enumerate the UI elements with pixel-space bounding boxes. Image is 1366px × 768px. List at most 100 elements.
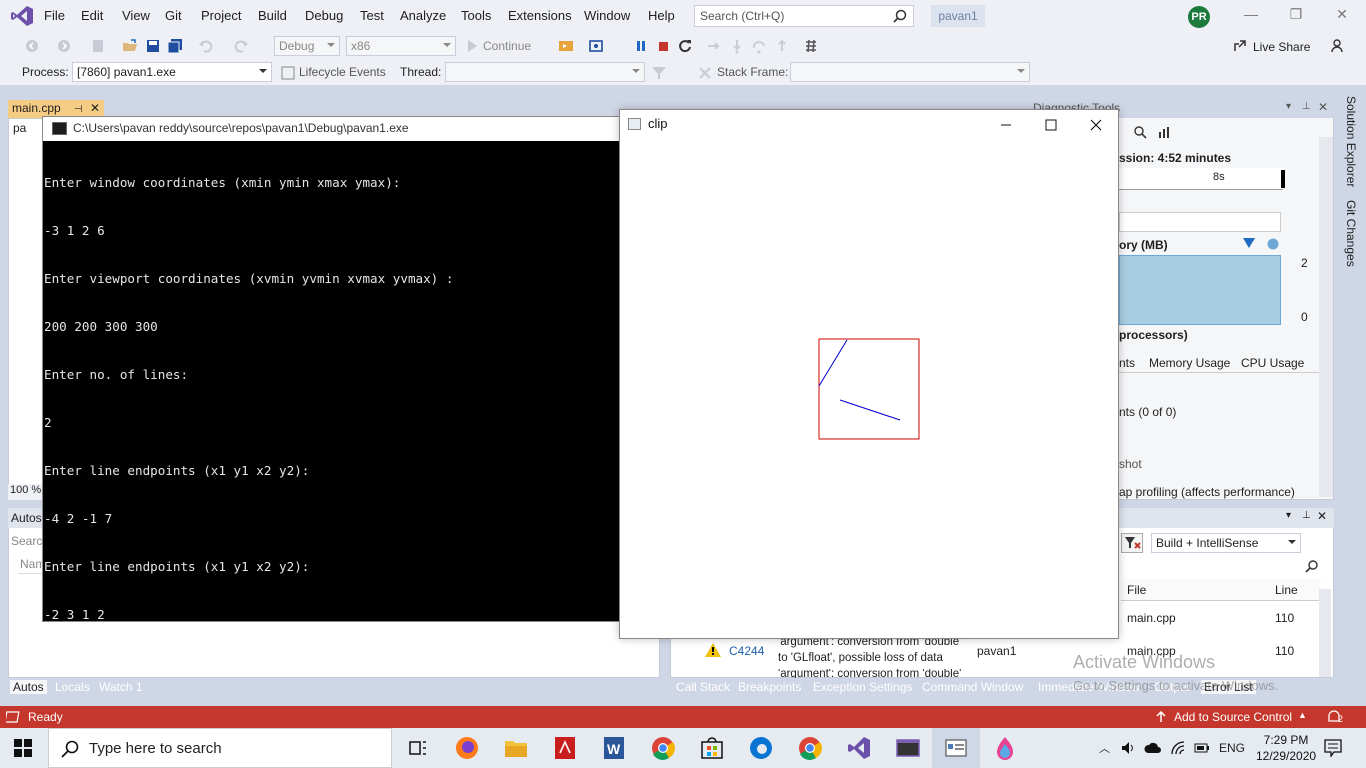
acrobat-icon[interactable] xyxy=(551,734,579,762)
volume-icon[interactable] xyxy=(1120,740,1136,756)
live-share-button[interactable]: Live Share xyxy=(1253,40,1310,54)
user-avatar[interactable]: PR xyxy=(1188,6,1210,28)
search-icon[interactable] xyxy=(1305,559,1319,573)
action-center-icon[interactable] xyxy=(1324,739,1342,757)
windows-start-icon[interactable] xyxy=(14,739,32,757)
vs-close-button[interactable]: ✕ xyxy=(1327,6,1357,26)
solution-explorer-tab[interactable]: Solution Explorer xyxy=(1344,96,1358,187)
undo-icon[interactable] xyxy=(198,38,214,54)
platform-select[interactable]: x86 xyxy=(346,36,456,56)
row1-file[interactable]: main.cpp xyxy=(1127,611,1176,625)
tab-command-window[interactable]: Command Window xyxy=(922,680,1023,694)
break-all-pause-icon[interactable] xyxy=(633,38,649,54)
save-icon[interactable] xyxy=(145,38,161,54)
lifecycle-events-dropdown[interactable]: Lifecycle Events xyxy=(299,65,386,79)
close-panel-icon[interactable]: ✕ xyxy=(1318,100,1328,114)
console-window[interactable]: C:\Users\pavan reddy\source\repos\pavan1… xyxy=(42,116,620,622)
maximize-icon[interactable] xyxy=(1031,114,1071,136)
show-hidden-icons-chevron[interactable]: ︿ xyxy=(1099,740,1110,756)
tab-call-stack[interactable]: Call Stack xyxy=(676,680,730,694)
minimize-icon[interactable] xyxy=(986,114,1026,136)
word-icon[interactable]: W xyxy=(600,734,628,762)
tab-events[interactable]: nts xyxy=(1119,356,1135,370)
filter-icon[interactable] xyxy=(651,65,667,81)
chevron-up-icon[interactable]: ▲ xyxy=(1298,710,1307,720)
tab-watch-1[interactable]: Watch 1 xyxy=(99,680,143,694)
flag-icon[interactable] xyxy=(697,65,713,81)
build-intellisense-select[interactable]: Build + IntelliSense xyxy=(1151,533,1301,553)
take-snapshot-link[interactable]: shot xyxy=(1119,457,1142,471)
step-over-icon[interactable] xyxy=(751,38,767,54)
clip-window[interactable]: clip xyxy=(619,109,1119,639)
pin-icon[interactable]: ⊣ xyxy=(74,104,83,115)
timeline-cursor[interactable] xyxy=(1281,170,1285,188)
feedback-person-icon[interactable] xyxy=(1330,38,1346,54)
menu-edit[interactable]: Edit xyxy=(81,8,103,23)
chart-settings-icon[interactable] xyxy=(1157,125,1173,139)
show-next-statement-icon[interactable] xyxy=(706,38,722,54)
task-view-icon[interactable] xyxy=(404,734,432,762)
tab-locals[interactable]: Locals xyxy=(55,680,90,694)
screenshot-icon[interactable] xyxy=(588,38,604,54)
lifecycle-events-icon[interactable] xyxy=(280,65,296,81)
zoom-in-icon[interactable] xyxy=(1133,125,1147,139)
console-output[interactable]: Enter window coordinates (xmin ymin xmax… xyxy=(43,143,619,655)
menu-extensions[interactable]: Extensions xyxy=(508,8,572,23)
console-taskbar-icon[interactable] xyxy=(894,734,922,762)
menu-tools[interactable]: Tools xyxy=(461,8,491,23)
continue-play-icon[interactable] xyxy=(464,38,480,54)
tab-memory-usage[interactable]: Memory Usage xyxy=(1149,356,1230,370)
microsoft-store-icon[interactable] xyxy=(698,734,726,762)
live-share-icon[interactable] xyxy=(1232,38,1248,54)
tab-cpu-usage[interactable]: CPU Usage xyxy=(1241,356,1304,370)
add-to-source-control-button[interactable]: Add to Source Control xyxy=(1174,710,1292,724)
file-explorer-icon[interactable] xyxy=(502,734,530,762)
column-file-header[interactable]: File xyxy=(1127,583,1146,597)
onedrive-cloud-icon[interactable] xyxy=(1144,741,1162,755)
diag-scrollbar[interactable] xyxy=(1319,137,1333,497)
snapshot-marker-icon[interactable] xyxy=(1243,238,1255,248)
input-language[interactable]: ENG xyxy=(1219,741,1245,755)
heap-profiling-checkbox[interactable]: ap profiling (affects performance) xyxy=(1119,485,1295,499)
console-title-bar[interactable]: C:\Users\pavan reddy\source\repos\pavan1… xyxy=(43,117,619,141)
tab-breakpoints[interactable]: Breakpoints xyxy=(738,680,801,694)
hot-reload-icon[interactable] xyxy=(558,38,574,54)
gc-marker-icon[interactable] xyxy=(1267,238,1279,250)
menu-test[interactable]: Test xyxy=(360,8,384,23)
menu-project[interactable]: Project xyxy=(201,8,241,23)
menu-view[interactable]: View xyxy=(122,8,150,23)
visual-studio-taskbar-icon[interactable] xyxy=(845,734,873,762)
hex-display-icon[interactable] xyxy=(803,38,819,54)
taskbar-clock[interactable]: 7:29 PM 12/29/2020 xyxy=(1256,732,1316,764)
menu-file[interactable]: File xyxy=(44,8,65,23)
thread-select[interactable] xyxy=(445,62,645,82)
step-into-icon[interactable] xyxy=(729,38,745,54)
solution-config-select[interactable]: Debug xyxy=(274,36,340,56)
file-nav-label[interactable]: pa xyxy=(13,121,26,135)
menu-help[interactable]: Help xyxy=(648,8,675,23)
column-line-header[interactable]: Line xyxy=(1275,583,1298,597)
output-status-icon[interactable] xyxy=(6,711,20,723)
edge-icon[interactable] xyxy=(747,734,775,762)
stop-debugging-icon[interactable] xyxy=(655,38,671,54)
menu-window[interactable]: Window xyxy=(584,8,630,23)
continue-button[interactable]: Continue xyxy=(483,39,531,53)
open-folder-icon[interactable] xyxy=(122,38,138,54)
timeline-ruler[interactable]: 8s xyxy=(1119,168,1285,190)
chrome-icon[interactable] xyxy=(649,734,677,762)
panel-dropdown-icon[interactable]: ▾ xyxy=(1286,101,1291,112)
paint-icon[interactable] xyxy=(991,734,1019,762)
vs-minimize-button[interactable]: — xyxy=(1236,6,1266,26)
warning-code-link[interactable]: C4244 xyxy=(729,644,764,658)
back-icon[interactable] xyxy=(24,38,40,54)
close-panel-icon[interactable]: ✕ xyxy=(1317,509,1327,523)
error-list-scrollbar[interactable] xyxy=(1319,589,1331,677)
visual-studio-logo-icon[interactable] xyxy=(10,5,34,27)
autos-search-input[interactable]: Search xyxy=(8,532,49,550)
chrome-icon[interactable] xyxy=(796,734,824,762)
events-count[interactable]: nts (0 of 0) xyxy=(1119,405,1176,419)
process-select[interactable]: [7860] pavan1.exe xyxy=(72,62,272,82)
wifi-icon[interactable] xyxy=(1170,740,1186,756)
close-icon[interactable] xyxy=(1076,114,1116,136)
memory-graph[interactable] xyxy=(1119,255,1281,325)
